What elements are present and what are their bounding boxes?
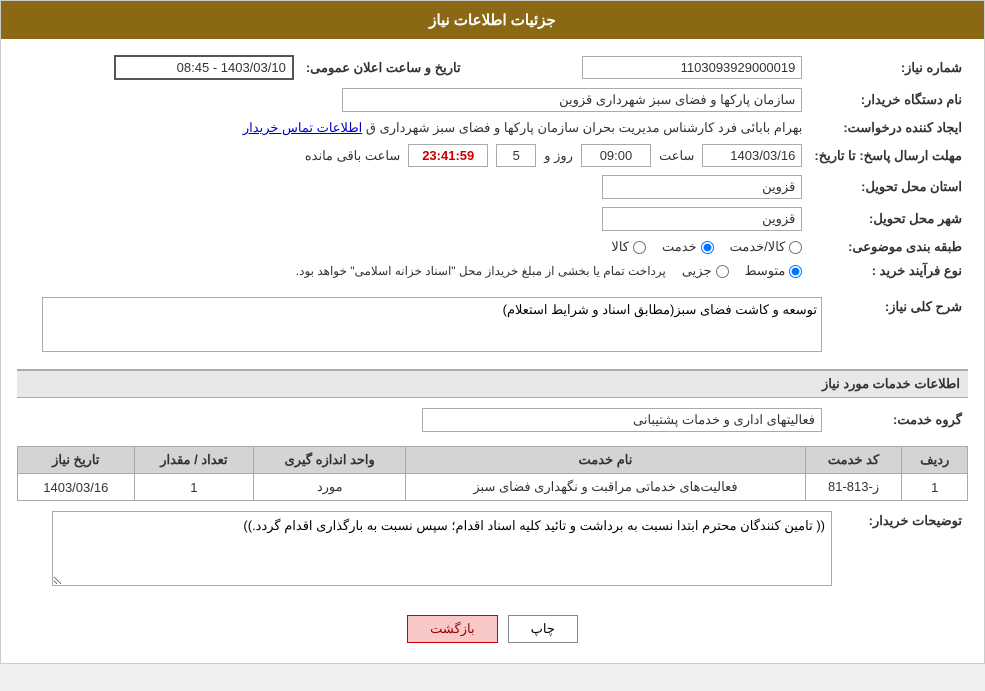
- groupKhedmat-value: فعالیتهای اداری و خدمات پشتیبانی: [422, 408, 822, 432]
- services-thead: ردیف کد خدمت نام خدمت واحد اندازه گیری ت…: [18, 447, 968, 474]
- row-farayand: نوع فرآیند خرید : متوسط جزیی پرداخت تمام…: [17, 259, 968, 283]
- tabaqe-radio-kalaKhadamat[interactable]: [789, 241, 802, 254]
- row-shahr: شهر محل تحویل: قزوین: [17, 203, 968, 235]
- namDastgah-value: سازمان پارکها و فضای سبز شهرداری قزوین: [342, 88, 802, 112]
- row-groupKhedmat: گروه خدمت: فعالیتهای اداری و خدمات پشتیب…: [17, 404, 968, 436]
- back-button[interactable]: بازگشت: [407, 615, 497, 643]
- ostan-label: استان محل تحویل:: [808, 171, 968, 203]
- mohlat-date: 1403/03/16: [702, 144, 802, 167]
- services-tbody: 1ز-813-81فعالیت‌های خدماتی مراقبت و نگهد…: [18, 474, 968, 501]
- col-vahed: واحد اندازه گیری: [254, 447, 406, 474]
- tosif-textarea[interactable]: [52, 511, 832, 586]
- mohlat-roz: 5: [496, 144, 536, 167]
- tarichElan-label: تاریخ و ساعت اعلان عمومی:: [300, 51, 467, 84]
- mohlat-saat: 09:00: [581, 144, 651, 167]
- tabaqe-kala[interactable]: کالا: [611, 239, 646, 255]
- tarichElan-value: 1403/03/10 - 08:45: [114, 55, 294, 80]
- cell-namKhedmat: فعالیت‌های خدماتی مراقبت و نگهداری فضای …: [406, 474, 805, 501]
- tabaqe-radio-kala[interactable]: [633, 241, 646, 254]
- mohlat-countdown: 23:41:59: [408, 144, 488, 167]
- sharh-textarea[interactable]: [42, 297, 822, 352]
- mohlat-saat-label: ساعت: [659, 148, 694, 164]
- ijadKonande-value: بهرام بابائی فرد کارشناس مدیریت بحران سا…: [366, 120, 802, 135]
- content-area: شماره نیاز: 1103093929000019 تاریخ و ساع…: [1, 39, 984, 663]
- sharh-table: شرح کلی نیاز:: [17, 293, 968, 359]
- main-info-table: شماره نیاز: 1103093929000019 تاریخ و ساع…: [17, 51, 968, 283]
- sharh-container: [23, 297, 822, 355]
- page-header: جزئیات اطلاعات نیاز: [1, 1, 984, 39]
- shomareNiaz-value: 1103093929000019: [582, 56, 802, 79]
- mohlat-baqi: ساعت باقی مانده: [305, 148, 400, 164]
- groupKhedmat-label: گروه خدمت:: [828, 404, 968, 436]
- shomareNiaz-label: شماره نیاز:: [808, 51, 968, 84]
- shahr-value: قزوین: [602, 207, 802, 231]
- shahr-label: شهر محل تحویل:: [808, 203, 968, 235]
- row-namDastgah: نام دستگاه خریدار: سازمان پارکها و فضای …: [17, 84, 968, 116]
- print-button[interactable]: چاپ: [508, 615, 578, 643]
- services-header-row: ردیف کد خدمت نام خدمت واحد اندازه گیری ت…: [18, 447, 968, 474]
- farayand-description: پرداخت تمام یا بخشی از مبلغ خریداز محل "…: [296, 264, 666, 278]
- ijadKonande-label: ایجاد کننده درخواست:: [808, 116, 968, 140]
- row-ostan: استان محل تحویل: قزوین: [17, 171, 968, 203]
- table-row: 1ز-813-81فعالیت‌های خدماتی مراقبت و نگهد…: [18, 474, 968, 501]
- mohlat-label: مهلت ارسال پاسخ: تا تاریخ:: [808, 140, 968, 171]
- col-radif: ردیف: [902, 447, 968, 474]
- mohlat-roz-label: روز و: [544, 148, 573, 164]
- page-title: جزئیات اطلاعات نیاز: [429, 12, 556, 29]
- namDastgah-label: نام دستگاه خریدار:: [808, 84, 968, 116]
- row-mohlat: مهلت ارسال پاسخ: تا تاریخ: 1403/03/16 سا…: [17, 140, 968, 171]
- tosif-label: توضیحات خریدار:: [838, 507, 968, 593]
- page-wrapper: جزئیات اطلاعات نیاز شماره نیاز: 11030939…: [0, 0, 985, 664]
- sharh-label: شرح کلی نیاز:: [828, 293, 968, 359]
- row-ijadKonande: ایجاد کننده درخواست: بهرام بابائی فرد کا…: [17, 116, 968, 140]
- farayand-jazee[interactable]: جزیی: [682, 263, 729, 279]
- row-sharh: شرح کلی نیاز:: [17, 293, 968, 359]
- farayand-radio-jazee[interactable]: [716, 265, 729, 278]
- col-tarich: تاریخ نیاز: [18, 447, 135, 474]
- col-nam: نام خدمت: [406, 447, 805, 474]
- tabaqe-label: طبقه بندی موضوعی:: [808, 235, 968, 259]
- tabaqe-khadamat[interactable]: خدمت: [662, 239, 714, 255]
- khadamat-section-header: اطلاعات خدمات مورد نیاز: [17, 369, 968, 398]
- tosif-table: توضیحات خریدار:: [17, 507, 968, 593]
- tabaqe-kalaKhadamat[interactable]: کالا/خدمت: [730, 239, 803, 255]
- services-table: ردیف کد خدمت نام خدمت واحد اندازه گیری ت…: [17, 446, 968, 501]
- cell-radif: 1: [902, 474, 968, 501]
- farayand-row: متوسط جزیی پرداخت تمام یا بخشی از مبلغ خ…: [23, 263, 802, 279]
- button-row: چاپ بازگشت: [17, 603, 968, 651]
- cell-vahed: مورد: [254, 474, 406, 501]
- row-tosif: توضیحات خریدار:: [17, 507, 968, 593]
- row-shomareNiaz: شماره نیاز: 1103093929000019 تاریخ و ساع…: [17, 51, 968, 84]
- ostan-value: قزوین: [602, 175, 802, 199]
- ijadKonande-link[interactable]: اطلاعات تماس خریدار: [243, 120, 362, 135]
- group-khedmat-table: گروه خدمت: فعالیتهای اداری و خدمات پشتیب…: [17, 404, 968, 436]
- farayand-motavasset[interactable]: متوسط: [745, 263, 803, 279]
- cell-tarich: 1403/03/16: [18, 474, 135, 501]
- col-kod: کد خدمت: [805, 447, 902, 474]
- col-tedad: تعداد / مقدار: [134, 447, 254, 474]
- tabaqe-radiogroup: کالا/خدمت خدمت کالا: [23, 239, 802, 255]
- mohlat-row: 1403/03/16 ساعت 09:00 روز و 5 23:41:59 س…: [23, 144, 802, 167]
- cell-kodKhedmat: ز-813-81: [805, 474, 902, 501]
- tabaqe-radio-khadamat[interactable]: [701, 241, 714, 254]
- cell-tedad: 1: [134, 474, 254, 501]
- row-tabaqe: طبقه بندی موضوعی: کالا/خدمت خدمت: [17, 235, 968, 259]
- farayand-label: نوع فرآیند خرید :: [808, 259, 968, 283]
- farayand-radio-motavasset[interactable]: [789, 265, 802, 278]
